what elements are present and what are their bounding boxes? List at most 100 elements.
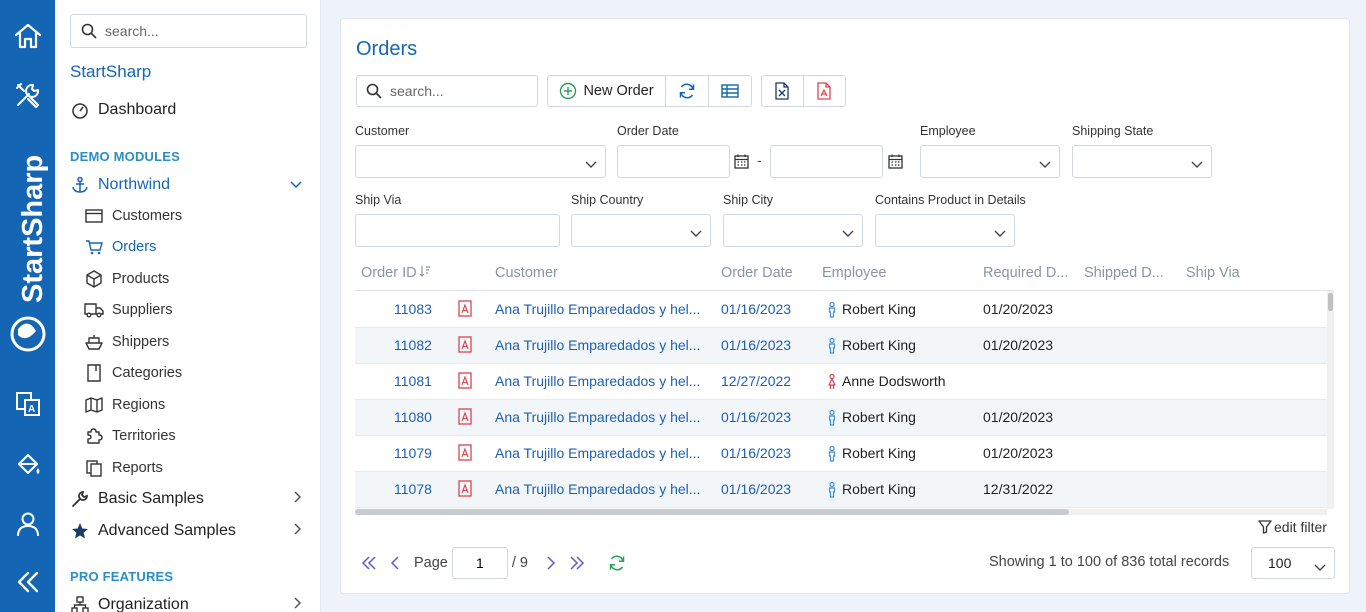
previous-page-icon[interactable] xyxy=(382,550,408,576)
horizontal-scroll-thumb[interactable] xyxy=(355,509,1069,515)
collapse-icon[interactable] xyxy=(0,562,55,602)
shipping-state-filter-select[interactable] xyxy=(1072,145,1212,178)
column-header-order-id[interactable]: Order ID xyxy=(361,265,431,281)
vertical-scroll-thumb[interactable] xyxy=(1328,293,1333,311)
page-label: Page xyxy=(414,555,448,571)
customer-link[interactable]: Ana Trujillo Emparedados y hel... xyxy=(495,373,700,389)
column-header-order-date[interactable]: Order Date xyxy=(721,265,793,281)
pdf-icon[interactable] xyxy=(458,444,472,464)
calendar-icon[interactable] xyxy=(888,154,903,172)
grid-header: Order ID Customer Order Date Employee Re… xyxy=(355,257,1334,291)
org-chart-icon xyxy=(70,595,90,612)
order-date-cell[interactable]: 01/16/2023 xyxy=(721,337,791,353)
sidebar-item-customers[interactable]: Customers xyxy=(84,206,182,226)
ship-via-filter-label: Ship Via xyxy=(355,193,402,207)
order-id-link[interactable]: 11079 xyxy=(394,445,432,461)
first-page-icon[interactable] xyxy=(356,550,382,576)
sidebar-item-basic-samples[interactable]: Basic Samples xyxy=(70,489,306,509)
customer-link[interactable]: Ana Trujillo Emparedados y hel... xyxy=(495,445,700,461)
pdf-icon[interactable] xyxy=(458,480,472,500)
search-icon xyxy=(366,83,382,99)
order-date-end-input[interactable] xyxy=(770,145,883,178)
table-row[interactable]: 11080 Ana Trujillo Emparedados y hel... 01… xyxy=(355,400,1327,436)
contains-product-filter-select[interactable] xyxy=(875,214,1015,247)
paint-bucket-icon[interactable] xyxy=(0,444,55,484)
sidebar-item-territories[interactable]: Territories xyxy=(84,426,176,446)
column-header-shipped-date[interactable]: Shipped D... xyxy=(1084,265,1164,281)
table-row[interactable]: 11079 Ana Trujillo Emparedados y hel... 01… xyxy=(355,436,1327,472)
search-input[interactable] xyxy=(390,83,530,99)
order-id-link[interactable]: 11081 xyxy=(394,373,432,389)
sidebar-item-shippers[interactable]: Shippers xyxy=(84,332,169,352)
order-date-cell[interactable]: 01/16/2023 xyxy=(721,301,791,317)
sidebar-item-label: Suppliers xyxy=(112,302,173,318)
customer-link[interactable]: Ana Trujillo Emparedados y hel... xyxy=(495,481,700,497)
table-row[interactable]: 11082 Ana Trujillo Emparedados y hel... 01… xyxy=(355,328,1327,364)
sidebar-item-regions[interactable]: Regions xyxy=(84,395,165,415)
translate-icon[interactable]: A xyxy=(0,384,55,424)
table-row[interactable]: 11083 Ana Trujillo Emparedados y hel... 01… xyxy=(355,292,1327,328)
order-date-cell[interactable]: 12/27/2022 xyxy=(721,373,791,389)
order-id-link[interactable]: 11080 xyxy=(394,409,432,425)
reload-icon[interactable] xyxy=(604,550,630,576)
order-date-cell[interactable]: 01/16/2023 xyxy=(721,481,791,497)
sidebar-item-reports[interactable]: Reports xyxy=(84,458,163,478)
sidebar-item-products[interactable]: Products xyxy=(84,269,169,289)
app-title[interactable]: StartSharp xyxy=(70,62,151,82)
pdf-icon[interactable] xyxy=(458,372,472,392)
customer-link[interactable]: Ana Trujillo Emparedados y hel... xyxy=(495,409,700,425)
column-header-required-date[interactable]: Required D... xyxy=(983,265,1068,281)
new-order-button[interactable]: New Order xyxy=(548,76,666,106)
order-date-cell[interactable]: 01/16/2023 xyxy=(721,409,791,425)
shipping-state-filter-label: Shipping State xyxy=(1072,124,1154,138)
vertical-scrollbar[interactable] xyxy=(1327,291,1334,509)
home-icon[interactable] xyxy=(0,16,55,56)
sidebar-search[interactable] xyxy=(70,14,307,48)
user-icon[interactable] xyxy=(0,504,55,544)
customer-filter-select[interactable] xyxy=(355,145,606,178)
order-id-link[interactable]: 11082 xyxy=(394,337,432,353)
edit-filter-link[interactable]: edit filter xyxy=(1258,519,1327,535)
order-id-link[interactable]: 11078 xyxy=(394,481,432,497)
pdf-icon[interactable] xyxy=(458,336,472,356)
page-size-select[interactable]: 100 xyxy=(1251,547,1335,579)
order-id-link[interactable]: 11083 xyxy=(394,301,432,317)
customer-link[interactable]: Ana Trujillo Emparedados y hel... xyxy=(495,337,700,353)
sidebar-item-suppliers[interactable]: Suppliers xyxy=(84,300,172,320)
calendar-icon[interactable] xyxy=(734,154,749,172)
table-row[interactable]: 11078 Ana Trujillo Emparedados y hel... 01… xyxy=(355,472,1327,508)
sidebar-item-advanced-samples[interactable]: Advanced Samples xyxy=(70,521,306,541)
column-header-employee[interactable]: Employee xyxy=(822,265,886,281)
sidebar-item-label: Shippers xyxy=(112,334,170,350)
customer-link[interactable]: Ana Trujillo Emparedados y hel... xyxy=(495,301,700,317)
tools-icon[interactable] xyxy=(0,75,55,115)
order-date-start-input[interactable] xyxy=(617,145,730,178)
search-icon xyxy=(81,23,97,39)
order-date-cell[interactable]: 01/16/2023 xyxy=(721,445,791,461)
pdf-export-button[interactable] xyxy=(803,76,845,106)
column-header-ship-via[interactable]: Ship Via xyxy=(1186,265,1240,281)
current-page-input[interactable] xyxy=(451,547,508,579)
employee-filter-select[interactable] xyxy=(920,145,1060,178)
ship-city-filter-label: Ship City xyxy=(723,193,774,207)
column-header-customer[interactable]: Customer xyxy=(495,265,558,281)
column-picker-button[interactable] xyxy=(709,76,751,106)
sidebar-item-dashboard[interactable]: Dashboard xyxy=(70,100,176,120)
last-page-icon[interactable] xyxy=(564,550,590,576)
ship-city-filter-select[interactable] xyxy=(723,214,863,247)
table-row[interactable]: 11081 Ana Trujillo Emparedados y hel... 12… xyxy=(355,364,1327,400)
excel-export-button[interactable] xyxy=(762,76,804,106)
sidebar-search-input[interactable] xyxy=(105,23,295,39)
sidebar-item-organization[interactable]: Organization xyxy=(70,595,306,612)
pdf-icon[interactable] xyxy=(458,300,472,320)
sidebar-item-categories[interactable]: Categories xyxy=(84,363,182,383)
horizontal-scrollbar[interactable] xyxy=(355,509,1327,515)
next-page-icon[interactable] xyxy=(538,550,564,576)
refresh-button[interactable] xyxy=(666,76,709,106)
sidebar-item-northwind[interactable]: Northwind xyxy=(70,175,306,195)
sidebar-item-orders[interactable]: Orders xyxy=(84,237,156,257)
ship-country-filter-select[interactable] xyxy=(571,214,711,247)
ship-via-filter-input[interactable] xyxy=(355,214,560,247)
pdf-icon[interactable] xyxy=(458,408,472,428)
toolbar-search[interactable] xyxy=(356,75,538,107)
